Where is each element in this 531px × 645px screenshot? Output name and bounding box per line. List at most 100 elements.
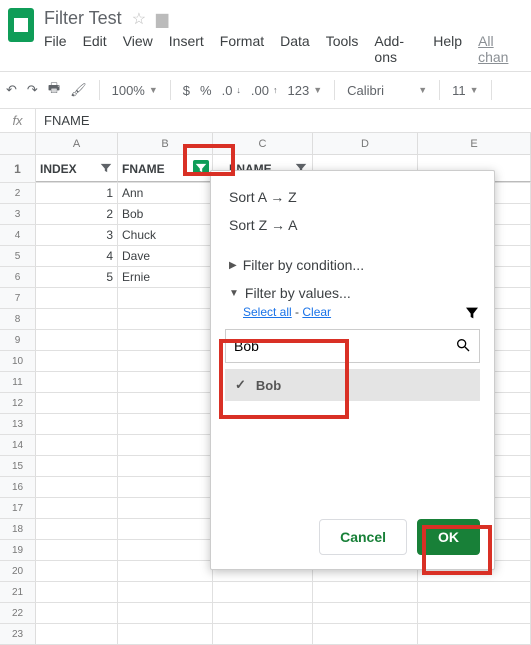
paint-format-icon[interactable]: 🖌 (70, 82, 87, 98)
row-header[interactable]: 13 (0, 414, 36, 434)
col-header-d[interactable]: D (313, 133, 418, 154)
ok-button[interactable]: OK (417, 519, 480, 555)
row-header[interactable]: 15 (0, 456, 36, 476)
sort-az[interactable]: Sort A → Z (225, 183, 480, 211)
percent-button[interactable]: % (200, 83, 212, 98)
menu-data[interactable]: Data (280, 33, 310, 65)
row-header[interactable]: 21 (0, 582, 36, 602)
cell[interactable] (36, 414, 118, 434)
undo-icon[interactable]: ↶ (6, 82, 17, 98)
cell[interactable] (118, 477, 213, 497)
cell[interactable] (36, 393, 118, 413)
row-header[interactable]: 18 (0, 519, 36, 539)
filter-icon[interactable] (98, 160, 114, 176)
select-all-corner[interactable] (0, 133, 36, 154)
row-header[interactable]: 19 (0, 540, 36, 560)
cell[interactable] (118, 624, 213, 644)
menu-edit[interactable]: Edit (83, 33, 107, 65)
redo-icon[interactable]: ↷ (27, 82, 38, 98)
row-header[interactable]: 23 (0, 624, 36, 644)
cell[interactable] (36, 519, 118, 539)
col-header-b[interactable]: B (118, 133, 213, 154)
filter-icon-active[interactable] (193, 160, 209, 176)
decrease-decimal-button[interactable]: .0↓ (222, 83, 241, 98)
cell[interactable] (36, 498, 118, 518)
font-select[interactable]: Calibri▼ (347, 83, 427, 98)
cell[interactable] (118, 288, 213, 308)
row-header[interactable]: 12 (0, 393, 36, 413)
cell[interactable] (36, 477, 118, 497)
cell[interactable] (213, 603, 313, 623)
menu-file[interactable]: File (44, 33, 67, 65)
cancel-button[interactable]: Cancel (319, 519, 407, 555)
col-header-c[interactable]: C (213, 133, 313, 154)
filter-by-values[interactable]: ▼Filter by values... (225, 277, 480, 305)
cell[interactable] (36, 582, 118, 602)
cell[interactable]: 4 (36, 246, 118, 266)
row-header[interactable]: 1 (0, 155, 36, 182)
cell[interactable] (36, 456, 118, 476)
filter-search-input[interactable] (234, 338, 455, 354)
cell[interactable] (118, 435, 213, 455)
cell[interactable]: Ernie (118, 267, 213, 287)
cell[interactable] (313, 603, 418, 623)
cell[interactable] (118, 393, 213, 413)
font-size-select[interactable]: 11▼ (452, 83, 478, 98)
cell[interactable] (36, 288, 118, 308)
row-header[interactable]: 5 (0, 246, 36, 266)
filter-by-condition[interactable]: ▶Filter by condition... (225, 249, 480, 277)
cell[interactable]: 2 (36, 204, 118, 224)
row-header[interactable]: 9 (0, 330, 36, 350)
cell[interactable] (213, 582, 313, 602)
formula-input[interactable]: FNAME (36, 113, 90, 128)
row-header[interactable]: 2 (0, 183, 36, 203)
cell[interactable]: 1 (36, 183, 118, 203)
cell[interactable]: Bob (118, 204, 213, 224)
cell[interactable]: Chuck (118, 225, 213, 245)
col-header-e[interactable]: E (418, 133, 531, 154)
search-icon[interactable] (455, 337, 471, 356)
cell[interactable] (118, 561, 213, 581)
more-formats-select[interactable]: 123▼ (288, 83, 323, 98)
row-header[interactable]: 7 (0, 288, 36, 308)
cell[interactable] (118, 372, 213, 392)
row-header[interactable]: 4 (0, 225, 36, 245)
row-header[interactable]: 20 (0, 561, 36, 581)
doc-title[interactable]: Filter Test (44, 8, 122, 29)
cell[interactable] (118, 309, 213, 329)
fx-icon[interactable]: fx (0, 109, 36, 132)
cell[interactable] (118, 414, 213, 434)
cell[interactable] (36, 603, 118, 623)
cell[interactable] (313, 582, 418, 602)
row-header[interactable]: 10 (0, 351, 36, 371)
cell[interactable]: Dave (118, 246, 213, 266)
row-header[interactable]: 8 (0, 309, 36, 329)
cell-header-index[interactable]: INDEX (36, 155, 118, 182)
menu-insert[interactable]: Insert (169, 33, 204, 65)
cell[interactable]: Ann (118, 183, 213, 203)
row-header[interactable]: 16 (0, 477, 36, 497)
cell[interactable] (36, 309, 118, 329)
filter-value-item[interactable]: ✓ Bob (225, 369, 480, 401)
zoom-select[interactable]: 100%▼ (112, 83, 158, 98)
cell[interactable] (118, 540, 213, 560)
cell[interactable] (36, 372, 118, 392)
menu-tools[interactable]: Tools (326, 33, 359, 65)
cell[interactable] (118, 582, 213, 602)
cell-header-fname[interactable]: FNAME (118, 155, 213, 182)
cell[interactable] (36, 624, 118, 644)
cell[interactable] (36, 330, 118, 350)
cell[interactable] (118, 603, 213, 623)
filter-search-box[interactable] (225, 329, 480, 363)
cell[interactable] (36, 540, 118, 560)
cell[interactable] (313, 624, 418, 644)
folder-icon[interactable]: ▆ (156, 9, 168, 29)
cell[interactable]: 3 (36, 225, 118, 245)
row-header[interactable]: 11 (0, 372, 36, 392)
currency-button[interactable]: $ (183, 83, 190, 98)
menu-view[interactable]: View (123, 33, 153, 65)
col-header-a[interactable]: A (36, 133, 118, 154)
star-icon[interactable]: ☆ (132, 9, 146, 29)
clear-link[interactable]: Clear (302, 305, 331, 319)
menu-help[interactable]: Help (433, 33, 462, 65)
